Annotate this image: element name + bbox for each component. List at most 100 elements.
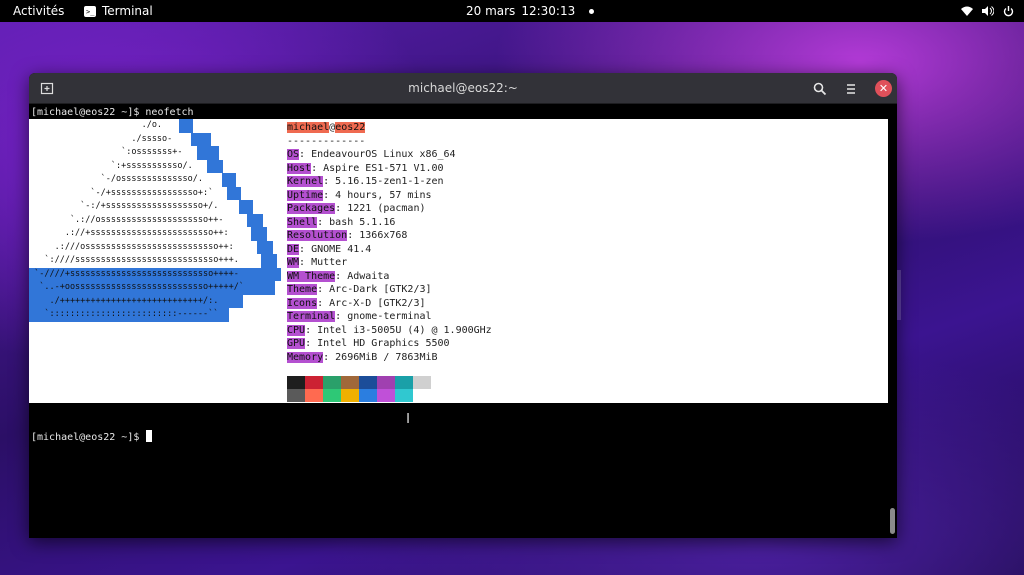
info-value: : 1366x768: [347, 230, 408, 241]
logo-blue-segment: [179, 119, 193, 133]
info-row: Packages: 1221 (pacman): [287, 202, 492, 216]
top-bar: Activités Terminal 20 mars 12:30:13: [0, 0, 1024, 23]
scrollbar[interactable]: [888, 104, 897, 538]
logo-text-line: ./++++++++++++++++++++++++++++/:.: [29, 295, 219, 306]
color-swatch: [395, 389, 413, 402]
separator: -------------: [287, 135, 366, 147]
info-row: CPU: Intel i3-5005U (4) @ 1.900GHz: [287, 324, 492, 338]
info-key: Resolution: [287, 230, 348, 241]
clock-button[interactable]: 20 mars 12:30:13: [466, 0, 595, 22]
logo-blue-segment: [222, 173, 236, 187]
endeavouros-ascii-logo: ./o. ./sssso- `:osssssss+- `:+ssssssssss…: [29, 119, 289, 339]
info-row: OS: EndeavourOS Linux x86_64: [287, 148, 492, 162]
logo-blue-segment: [197, 146, 219, 160]
color-swatch: [323, 389, 341, 402]
logo-blue-segment: [239, 200, 253, 214]
username: michael: [287, 122, 330, 133]
logo-text-line: `..-+oossssssssssssssssssssssssso+++++/`: [29, 282, 244, 292]
info-key: Shell: [287, 216, 318, 228]
info-value: : Arc-X-D [GTK2/3]: [317, 297, 426, 309]
info-row: Uptime: 4 hours, 57 mins: [287, 189, 492, 203]
info-row: Terminal: gnome-terminal: [287, 310, 492, 324]
info-value: : GNOME 41.4: [299, 243, 372, 255]
command-line-current: [michael@eos22 ~]$: [31, 430, 153, 443]
info-row: Resolution: 1366x768: [287, 229, 492, 243]
logo-text-line: `:+sssssssssso/.: [29, 160, 193, 171]
info-row: Icons: Arc-X-D [GTK2/3]: [287, 297, 492, 311]
notification-dot-icon: [589, 8, 595, 14]
logo-text-line: ./sssso-: [29, 133, 173, 144]
logo-text-line: `:::::::::::::::::::::::::------``: [29, 309, 219, 319]
app-menu-button[interactable]: Terminal: [84, 0, 153, 23]
hamburger-menu-icon[interactable]: [842, 80, 860, 98]
info-value: : Intel i3-5005U (4) @ 1.900GHz: [305, 324, 492, 336]
color-swatch: [359, 389, 377, 402]
color-swatch: [377, 376, 395, 389]
terminal-window[interactable]: michael@eos22:~ ✕ [michael@eos22 ~]$ neo…: [29, 73, 897, 538]
time-label: 12:30:13: [521, 4, 576, 18]
hostname: eos22: [335, 122, 366, 133]
info-row: GPU: Intel HD Graphics 5500: [287, 337, 492, 351]
wifi-icon: [961, 6, 973, 16]
scrollbar-thumb[interactable]: [890, 508, 895, 534]
logo-blue-segment: [191, 132, 211, 146]
window-titlebar[interactable]: michael@eos22:~ ✕: [29, 73, 897, 104]
info-key: OS: [287, 149, 300, 160]
activities-button[interactable]: Activités: [13, 0, 64, 22]
color-swatch: [395, 376, 413, 389]
text-cursor: [146, 430, 153, 442]
info-key: GPU: [287, 338, 306, 349]
terminal-app-icon: [84, 1, 96, 23]
window-title: michael@eos22:~: [408, 81, 518, 95]
info-key: Kernel: [287, 176, 324, 187]
info-value: : Aspire ES1-571 V1.00: [311, 162, 444, 174]
logo-text-line: `:////ssssssssssssssssssssssssssso+++.: [29, 255, 239, 265]
color-swatch: [413, 376, 431, 389]
terminal-content[interactable]: [michael@eos22 ~]$ neofetch ./o. ./sssso…: [29, 104, 897, 538]
info-key: Memory: [287, 351, 324, 363]
info-row: Kernel: 5.16.15-zen1-1-zen: [287, 175, 492, 189]
system-info: michael@eos22 ------------- OS: Endeavou…: [287, 121, 492, 364]
color-swatch: [341, 389, 359, 402]
logo-text-line: `-:/+sssssssssssssssssso+/.: [29, 201, 219, 211]
logo-blue-segment: [257, 240, 273, 254]
color-swatch: [305, 376, 323, 389]
info-row: Theme: Arc-Dark [GTK2/3]: [287, 283, 492, 297]
info-value: : Adwaita: [335, 270, 390, 282]
info-row: DE: GNOME 41.4: [287, 243, 492, 257]
info-key: WM: [287, 257, 300, 268]
color-swatch: [287, 389, 305, 402]
logo-blue-segment: [247, 213, 263, 227]
date-label: 20 mars: [466, 4, 516, 18]
logo-text-line: `-////+ssssssssssssssssssssssssssso++++-: [29, 268, 239, 279]
logo-blue-segment: [227, 186, 241, 200]
info-value: : 2696MiB / 7863MiB: [323, 351, 438, 363]
info-key: DE: [287, 243, 300, 255]
close-icon[interactable]: ✕: [875, 80, 892, 97]
info-value: : gnome-terminal: [335, 311, 432, 322]
info-value: : 1221 (pacman): [335, 203, 426, 214]
info-key: WM Theme: [287, 270, 336, 282]
search-icon[interactable]: [811, 80, 829, 98]
command-text: neofetch: [145, 107, 194, 118]
color-swatch: [377, 389, 395, 402]
volume-icon: [982, 6, 994, 16]
info-row: WM Theme: Adwaita: [287, 270, 492, 284]
power-icon: [1003, 5, 1014, 16]
command-line: [michael@eos22 ~]$ neofetch: [31, 106, 194, 119]
logo-text-line: `-/+sssssssssssssssso+:`: [29, 187, 214, 198]
info-key: Theme: [287, 284, 318, 295]
logo-text-line: `:osssssss+-: [29, 147, 183, 157]
info-value: : EndeavourOS Linux x86_64: [299, 149, 456, 160]
color-swatch: [287, 376, 305, 389]
logo-blue-segment: [261, 254, 277, 268]
user-host-line: michael@eos22: [287, 121, 492, 135]
info-row: WM: Mutter: [287, 256, 492, 270]
color-swatch: [341, 376, 359, 389]
info-value: : bash 5.1.16: [317, 216, 396, 228]
system-tray[interactable]: [961, 0, 1014, 22]
info-value: : 4 hours, 57 mins: [323, 189, 432, 201]
prompt-text: [michael@eos22 ~]$: [31, 107, 140, 118]
prompt-text: [michael@eos22 ~]$: [31, 432, 140, 443]
app-name-label: Terminal: [102, 4, 153, 18]
